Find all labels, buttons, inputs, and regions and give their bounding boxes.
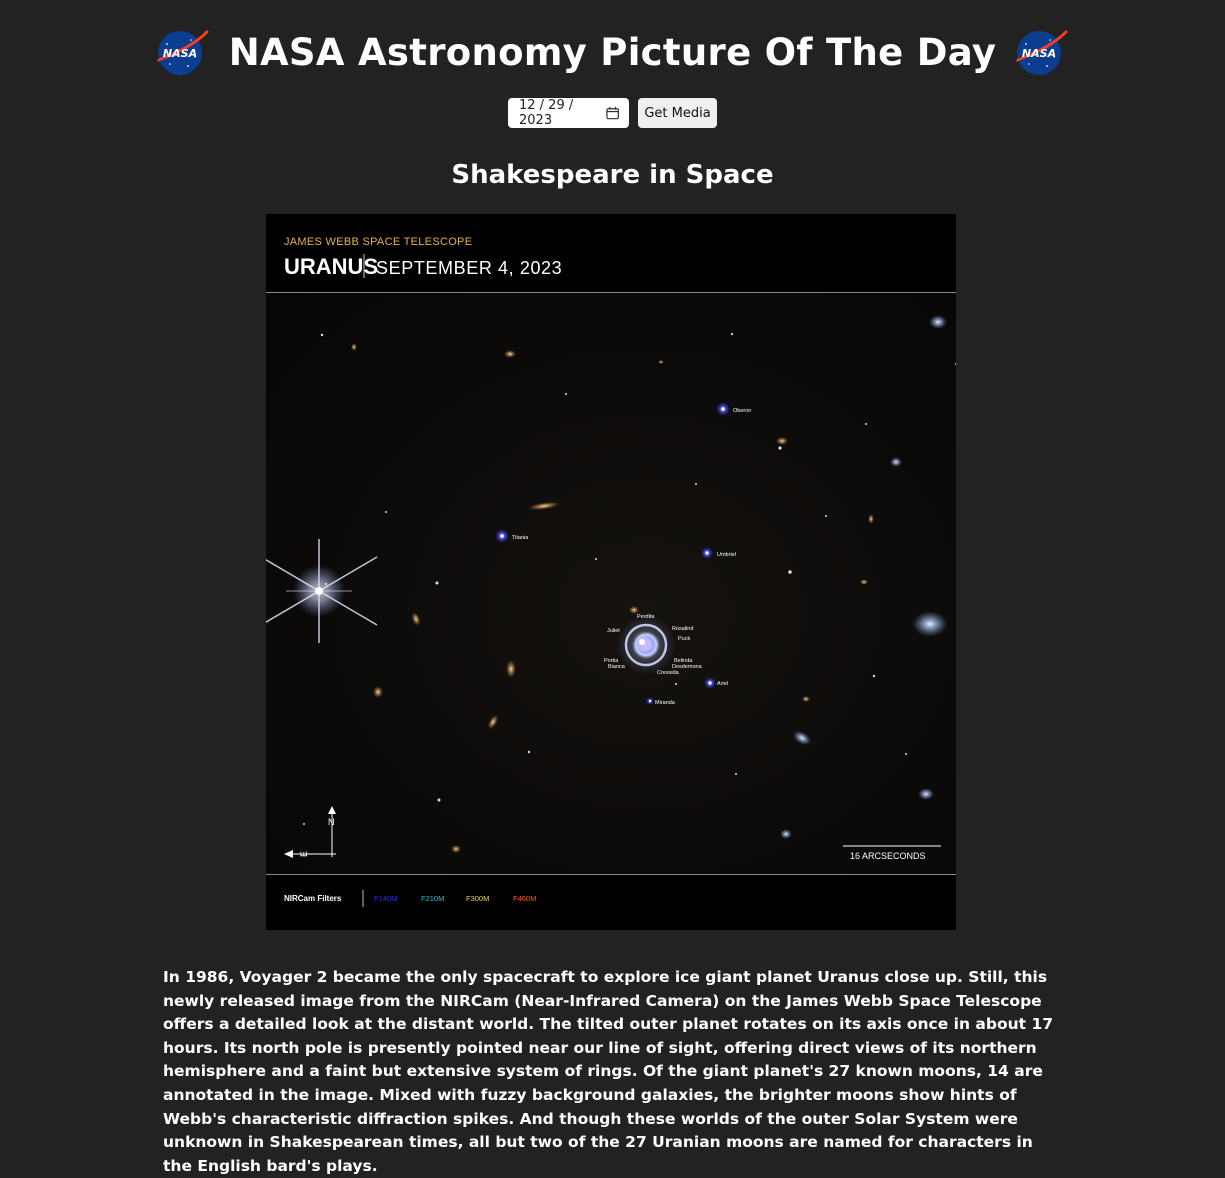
nasa-logo-icon: NASA (1016, 30, 1069, 75)
nasa-logo-icon: NASA (156, 30, 209, 75)
compass-east: E (299, 851, 309, 857)
svg-text:Umbriel: Umbriel (717, 552, 736, 558)
filter-label-f460m: F460M (513, 894, 536, 903)
svg-text:Juliet: Juliet (607, 628, 620, 634)
svg-text:Bianca: Bianca (608, 664, 626, 670)
header: NASA NASA Astronomy Picture Of The Day N… (0, 26, 1225, 78)
filter-label-f300m: F300M (466, 894, 489, 903)
filter-label-f210m: F210M (421, 894, 444, 903)
svg-text:NASA: NASA (163, 47, 197, 60)
observation-date: SEPTEMBER 4, 2023 (376, 258, 562, 278)
apod-image: JAMES WEBB SPACE TELESCOPE URANUS SEPTEM… (266, 214, 956, 930)
compass-north: N (328, 817, 335, 827)
svg-text:Rosalind: Rosalind (672, 626, 693, 632)
svg-text:Ariel: Ariel (717, 681, 728, 687)
telescope-label: JAMES WEBB SPACE TELESCOPE (284, 236, 472, 248)
date-input[interactable]: 12 / 29 / 2023 (508, 98, 629, 128)
star-field (266, 293, 956, 874)
svg-text:Miranda: Miranda (655, 700, 676, 706)
page-title: NASA Astronomy Picture Of The Day (228, 30, 997, 74)
filter-label-f140m: F140M (374, 894, 397, 903)
svg-text:NASA: NASA (1022, 47, 1056, 60)
uranus-planet (616, 615, 676, 675)
media-title: Shakespeare in Space (451, 160, 774, 190)
scale-label: 16 ARCSECONDS (850, 851, 926, 861)
calendar-icon[interactable] (606, 106, 619, 120)
date-controls: 12 / 29 / 2023 Get Media (0, 98, 1225, 128)
svg-text:Oberon: Oberon (733, 408, 751, 414)
get-media-button[interactable]: Get Media (638, 98, 717, 128)
svg-text:Titania: Titania (512, 535, 529, 541)
explanation-text: In 1986, Voyager 2 became the only space… (163, 968, 1054, 1175)
filters-label: NIRCam Filters (284, 894, 342, 903)
uranus-webb-image: JAMES WEBB SPACE TELESCOPE URANUS SEPTEM… (266, 214, 956, 930)
date-value: 12 / 29 / 2023 (519, 98, 574, 128)
svg-text:Puck: Puck (678, 636, 690, 642)
